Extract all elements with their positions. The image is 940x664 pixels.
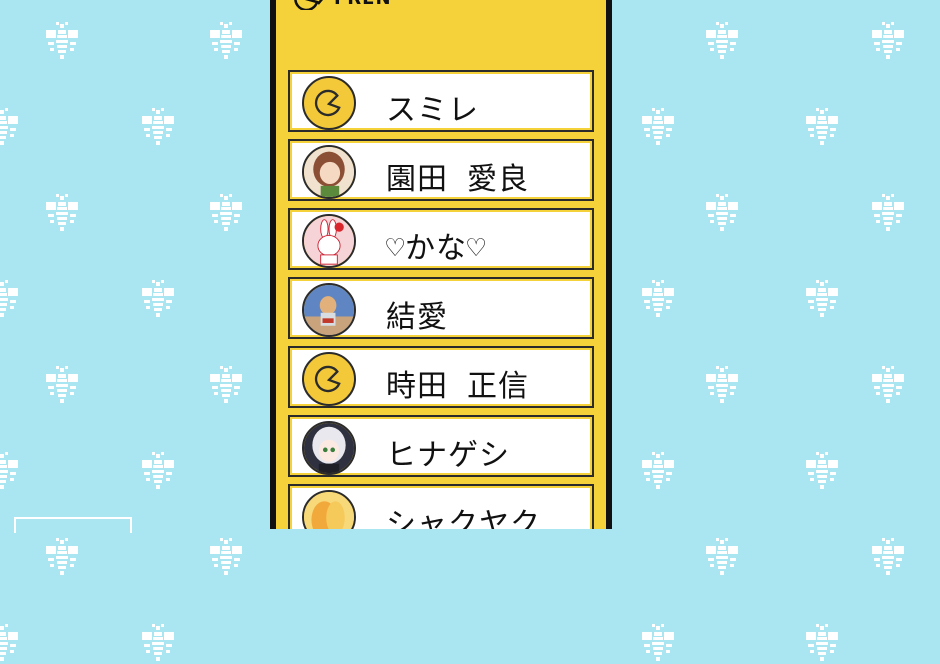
bee-pattern-icon <box>0 280 24 320</box>
bee-pattern-icon <box>636 624 680 664</box>
bee-pattern-icon <box>700 538 744 578</box>
bee-pattern-icon <box>700 194 744 234</box>
bee-pattern-icon <box>136 624 180 664</box>
panel-header: FREN <box>276 0 606 62</box>
bee-pattern-icon <box>204 194 248 234</box>
bee-pattern-icon <box>0 624 24 664</box>
friend-row[interactable]: ヒナゲシ <box>288 415 594 477</box>
bee-pattern-icon <box>40 22 84 62</box>
bee-pattern-icon <box>636 280 680 320</box>
bee-pattern-icon <box>800 452 844 492</box>
bee-pattern-icon <box>136 108 180 148</box>
pacman-icon <box>294 0 323 10</box>
bunny-avatar-icon <box>302 214 356 268</box>
friend-name: ヒナゲシ <box>386 438 510 473</box>
friend-row[interactable]: 時田 正信 <box>288 346 594 408</box>
friend-list: スミレ 園田 愛良 ♡かな♡ 結愛 時田 正信 ヒナゲシ シャクヤク <box>288 70 594 529</box>
bee-pattern-icon <box>40 538 84 578</box>
photo-avatar-icon <box>302 283 356 337</box>
bee-pattern-icon <box>800 108 844 148</box>
friend-name: 時田 正信 <box>386 369 530 404</box>
bee-pattern-icon <box>40 194 84 234</box>
friend-row[interactable]: ♡かな♡ <box>288 208 594 270</box>
bee-pattern-icon <box>0 108 24 148</box>
bee-pattern-icon <box>636 108 680 148</box>
friend-row[interactable]: スミレ <box>288 70 594 132</box>
bee-pattern-icon <box>700 366 744 406</box>
bee-pattern-icon <box>204 538 248 578</box>
bee-pattern-icon <box>800 280 844 320</box>
bee-pattern-icon <box>866 194 910 234</box>
pacman-icon <box>302 352 356 406</box>
bee-pattern-icon <box>204 22 248 62</box>
corner-frame <box>14 517 132 533</box>
friend-row[interactable]: 結愛 <box>288 277 594 339</box>
fruit-avatar-icon <box>302 490 356 529</box>
bee-pattern-icon <box>204 366 248 406</box>
panel-title: FREN <box>334 0 392 9</box>
bee-pattern-icon <box>136 452 180 492</box>
anime-avatar-icon <box>302 421 356 475</box>
friend-name: 園田 愛良 <box>386 162 530 197</box>
bee-pattern-icon <box>40 366 84 406</box>
friend-row[interactable]: 園田 愛良 <box>288 139 594 201</box>
bee-pattern-icon <box>866 366 910 406</box>
bee-pattern-icon <box>866 538 910 578</box>
bee-pattern-icon <box>700 22 744 62</box>
bee-pattern-icon <box>866 22 910 62</box>
pacman-icon <box>302 76 356 130</box>
bee-pattern-icon <box>800 624 844 664</box>
girl-avatar-icon <box>302 145 356 199</box>
friend-name: 結愛 <box>386 300 448 335</box>
friend-list-panel: FREN スミレ 園田 愛良 <box>270 0 612 529</box>
friend-name: ♡かな♡ <box>386 231 487 266</box>
friend-name: スミレ <box>386 93 479 128</box>
friend-row[interactable]: シャクヤク <box>288 484 594 529</box>
bee-pattern-icon <box>636 452 680 492</box>
friend-name: シャクヤク <box>386 507 541 529</box>
bee-pattern-icon <box>136 280 180 320</box>
bee-pattern-icon <box>0 452 24 492</box>
